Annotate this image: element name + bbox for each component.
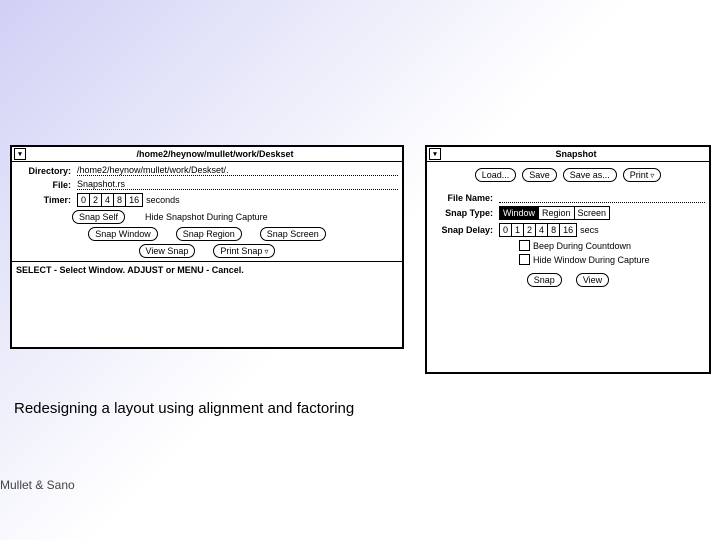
- timer-suffix: seconds: [146, 195, 180, 205]
- credit-line: Mullet & Sano: [0, 478, 75, 492]
- titlebar: /home2/heynow/mullet/work/Deskset: [12, 147, 402, 162]
- hide-window-checkbox[interactable]: Hide Window During Capture: [519, 254, 650, 265]
- snap-window-button[interactable]: Snap Window: [88, 227, 158, 241]
- window-title: Snapshot: [445, 149, 707, 159]
- hide-snapshot-checkbox-label[interactable]: Hide Snapshot During Capture: [145, 212, 268, 222]
- status-bar: SELECT - Select Window. ADJUST or MENU -…: [12, 261, 402, 278]
- snaptype-segment[interactable]: Window Region Screen: [499, 206, 610, 220]
- checkbox-icon: [519, 254, 530, 265]
- snapshot-window-before: /home2/heynow/mullet/work/Deskset Direct…: [10, 145, 404, 349]
- snapshot-window-after: Snapshot Load... Save Save as... Print F…: [425, 145, 711, 374]
- snaptype-label: Snap Type:: [431, 208, 496, 218]
- directory-input[interactable]: [77, 165, 398, 176]
- checkbox-icon: [519, 240, 530, 251]
- snap-region-button[interactable]: Snap Region: [176, 227, 242, 241]
- print-snap-button[interactable]: Print Snap: [213, 244, 275, 258]
- snapdelay-label: Snap Delay:: [431, 225, 496, 235]
- save-as-button[interactable]: Save as...: [563, 168, 617, 182]
- snapdelay-suffix: secs: [580, 225, 599, 235]
- view-snap-button[interactable]: View Snap: [139, 244, 196, 258]
- snap-self-button[interactable]: Snap Self: [72, 210, 125, 224]
- titlebar: Snapshot: [427, 147, 709, 162]
- view-button[interactable]: View: [576, 273, 609, 287]
- filename-input[interactable]: [499, 192, 705, 203]
- window-title: /home2/heynow/mullet/work/Deskset: [30, 149, 400, 159]
- snapdelay-segment[interactable]: 0 1 2 4 8 16: [499, 223, 577, 237]
- figure-caption: Redesigning a layout using alignment and…: [14, 400, 354, 417]
- window-menu-icon[interactable]: [429, 148, 441, 160]
- snap-button[interactable]: Snap: [527, 273, 562, 287]
- file-label: File:: [16, 180, 74, 190]
- snap-screen-button[interactable]: Snap Screen: [260, 227, 326, 241]
- beep-checkbox[interactable]: Beep During Countdown: [519, 240, 631, 251]
- directory-label: Directory:: [16, 166, 74, 176]
- save-button[interactable]: Save: [522, 168, 557, 182]
- timer-segment[interactable]: 0 2 4 8 16: [77, 193, 143, 207]
- window-menu-icon[interactable]: [14, 148, 26, 160]
- filename-label: File Name:: [431, 193, 496, 203]
- timer-label: Timer:: [16, 195, 74, 205]
- print-button[interactable]: Print: [623, 168, 662, 182]
- file-input[interactable]: [77, 179, 398, 190]
- load-button[interactable]: Load...: [475, 168, 517, 182]
